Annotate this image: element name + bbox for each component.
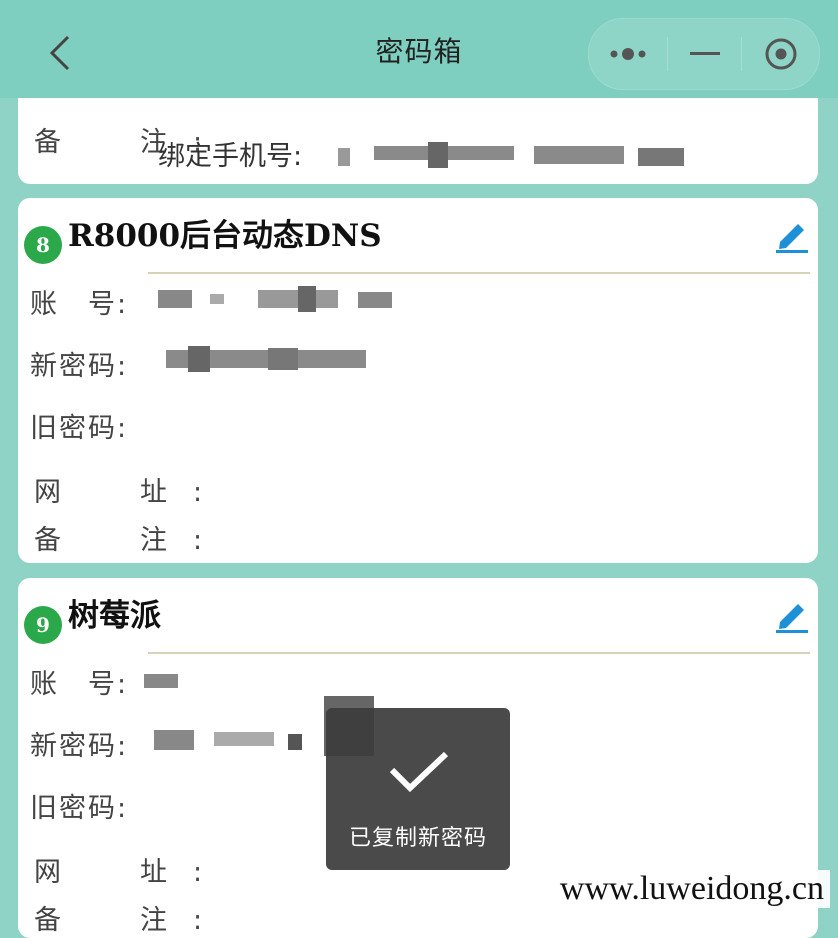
title-divider [148, 272, 810, 274]
entry-index-badge: 9 [24, 606, 62, 644]
note-label: 备 注: [34, 525, 229, 556]
watermark: www.luweidong.cn [553, 870, 830, 908]
entry-header: 8 R8000后台动态DNS [18, 198, 818, 272]
more-button[interactable] [589, 19, 667, 89]
close-target-icon [765, 38, 797, 70]
account-value-masked[interactable] [148, 286, 408, 312]
capsule-divider [741, 37, 742, 71]
account-value-masked[interactable] [144, 670, 184, 696]
close-button[interactable] [743, 19, 819, 89]
more-dots-icon [610, 48, 646, 60]
old-password-label: 旧密码: [30, 413, 129, 444]
new-password-label: 新密码: [30, 351, 129, 382]
title-divider [148, 652, 810, 654]
minimize-button[interactable] [669, 19, 741, 89]
account-label: 账 号: [30, 289, 129, 320]
password-entry-card[interactable]: 8 R8000后台动态DNS 账 号: 新密码: 旧密码: 网 址: 备 注: [18, 198, 818, 563]
checkmark-icon [389, 751, 449, 793]
toast-message: 已复制新密码 [348, 826, 487, 851]
new-password-label: 新密码: [30, 731, 129, 762]
old-password-label: 旧密码: [30, 793, 129, 824]
account-label: 账 号: [30, 669, 129, 700]
edit-button[interactable] [772, 214, 812, 254]
masked-value [338, 142, 688, 168]
minimize-icon [690, 52, 720, 55]
title-bar: 密码箱 [0, 0, 838, 98]
previous-entry-card: 备 注: 绑定手机号: [18, 98, 818, 184]
entry-header: 9 树莓派 [18, 578, 818, 652]
note-label: 备 注: [34, 905, 229, 936]
url-label: 网 址: [34, 857, 229, 888]
entry-title: 树莓派 [68, 598, 161, 634]
new-password-value-masked[interactable] [148, 346, 378, 372]
entry-index-badge: 8 [24, 226, 62, 264]
edit-button[interactable] [772, 594, 812, 634]
note-value: 绑定手机号: [158, 141, 303, 172]
capsule-divider [667, 37, 668, 71]
mini-program-capsule [588, 18, 820, 90]
entry-title: R8000后台动态DNS [68, 218, 382, 254]
edit-pencil-icon [776, 604, 808, 633]
copy-toast: 已复制新密码 [326, 708, 510, 870]
url-label: 网 址: [34, 477, 229, 508]
edit-pencil-icon [776, 224, 808, 253]
